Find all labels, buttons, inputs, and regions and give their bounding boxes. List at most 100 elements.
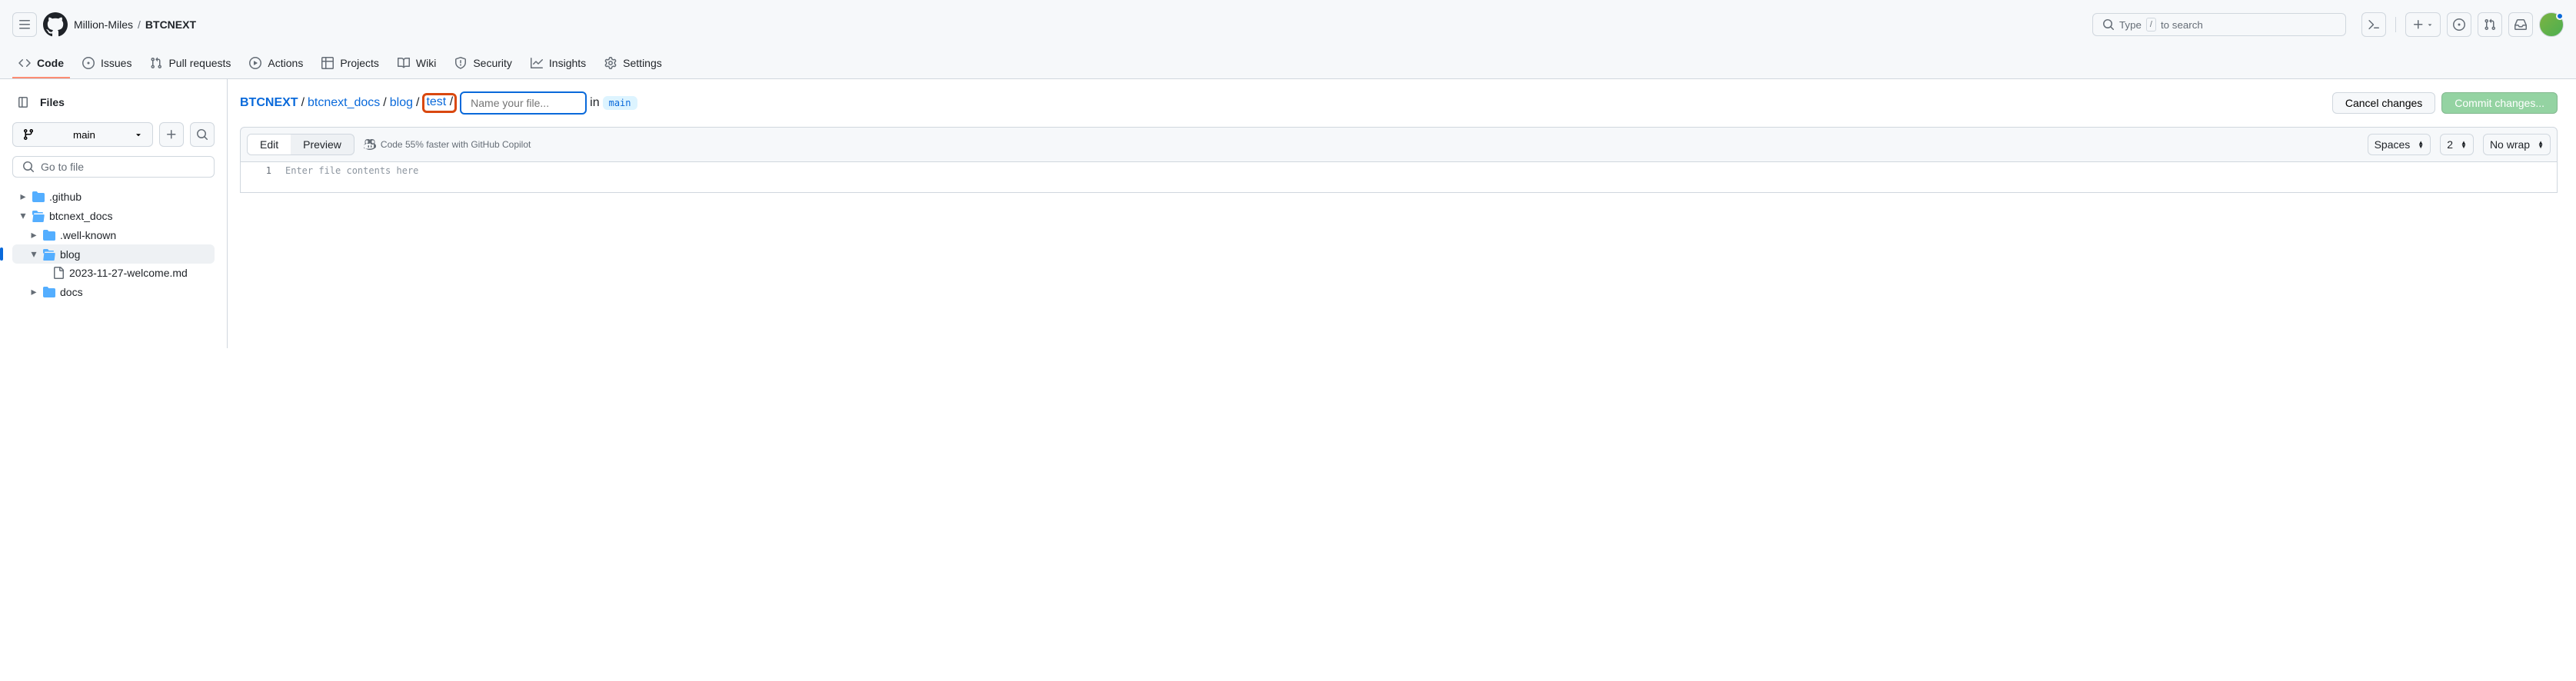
wrap-select[interactable]: No wrap ▲▼ xyxy=(2483,134,2551,155)
tab-settings[interactable]: Settings xyxy=(598,49,668,78)
search-text-prefix: Type xyxy=(2119,19,2142,31)
add-file-button[interactable] xyxy=(159,122,184,147)
header-actions xyxy=(2361,12,2564,37)
tree-file-welcome[interactable]: 2023-11-27-welcome.md xyxy=(12,264,215,282)
book-icon xyxy=(398,57,410,69)
tab-projects[interactable]: Projects xyxy=(315,49,385,78)
search-hotkey: / xyxy=(2146,18,2156,32)
tab-actions[interactable]: Actions xyxy=(243,49,309,78)
tab-pulls[interactable]: Pull requests xyxy=(144,49,237,78)
indent-size-select[interactable]: 2 ▲▼ xyxy=(2440,134,2474,155)
tab-code[interactable]: Code xyxy=(12,49,70,78)
tree-folder-github[interactable]: ▸ .github xyxy=(12,187,215,206)
plus-icon xyxy=(165,128,178,141)
search-icon xyxy=(2102,18,2115,31)
go-to-file-input[interactable]: Go to file xyxy=(12,156,215,178)
notifications-button[interactable] xyxy=(2508,12,2533,37)
play-icon xyxy=(249,57,261,69)
copilot-hint[interactable]: Code 55% faster with GitHub Copilot xyxy=(364,138,531,151)
folder-icon xyxy=(43,229,55,241)
tab-issues[interactable]: Issues xyxy=(76,49,138,78)
tab-preview[interactable]: Preview xyxy=(291,135,354,154)
path-sep: / xyxy=(450,95,453,108)
path-root-link[interactable]: BTCNEXT xyxy=(240,96,298,110)
repo-breadcrumb: Million-Miles / BTCNEXT xyxy=(74,18,196,31)
tree-folder-well-known[interactable]: ▸ .well-known xyxy=(12,225,215,244)
chevron-down-icon: ▾ xyxy=(29,247,38,261)
tab-wiki-label: Wiki xyxy=(416,57,436,69)
tab-wiki[interactable]: Wiki xyxy=(391,49,442,78)
shield-icon xyxy=(454,57,467,69)
tab-pulls-label: Pull requests xyxy=(168,57,231,69)
tree-label: blog xyxy=(60,248,80,261)
commit-button[interactable]: Commit changes... xyxy=(2441,92,2558,114)
search-text-suffix: to search xyxy=(2161,19,2203,31)
path-sep: / xyxy=(416,96,419,110)
chevron-right-icon: ▸ xyxy=(29,228,38,241)
folder-icon xyxy=(32,191,45,203)
wrap-label: No wrap xyxy=(2490,138,2530,151)
command-palette-icon xyxy=(2368,18,2380,31)
global-header: Million-Miles / BTCNEXT Type / to search xyxy=(0,0,2576,49)
tab-projects-label: Projects xyxy=(340,57,379,69)
tree-label: .well-known xyxy=(60,229,116,241)
path-seg3-link[interactable]: test xyxy=(426,95,446,108)
editor-body[interactable]: 1 Enter file contents here xyxy=(240,162,2558,193)
sidebar-title: Files xyxy=(40,96,65,108)
issue-opened-icon xyxy=(82,57,95,69)
issues-button[interactable] xyxy=(2447,12,2471,37)
tree-folder-blog[interactable]: ▾ blog xyxy=(12,244,215,264)
tab-edit[interactable]: Edit xyxy=(248,135,291,154)
path-seg1-link[interactable]: btcnext_docs xyxy=(308,96,380,110)
three-bars-icon xyxy=(18,18,31,31)
git-pull-request-icon xyxy=(2484,18,2496,31)
tree-label: docs xyxy=(60,286,83,298)
branch-select-button[interactable]: main xyxy=(12,122,153,147)
highlighted-segment: test / xyxy=(422,93,457,113)
path-sep: / xyxy=(383,96,386,110)
editor-toolbar: Edit Preview Code 55% faster with GitHub… xyxy=(240,127,2558,162)
edit-preview-tabs: Edit Preview xyxy=(247,134,354,155)
sort-icon: ▲▼ xyxy=(2538,141,2544,148)
repo-link[interactable]: BTCNEXT xyxy=(145,18,196,31)
global-search-button[interactable]: Type / to search xyxy=(2092,13,2346,36)
gear-icon xyxy=(604,57,617,69)
hamburger-menu-button[interactable] xyxy=(12,12,37,37)
tab-security[interactable]: Security xyxy=(448,49,518,78)
branch-name: main xyxy=(39,129,129,141)
create-new-button[interactable] xyxy=(2405,12,2441,37)
pull-requests-button[interactable] xyxy=(2478,12,2502,37)
tree-folder-btcnext-docs[interactable]: ▾ btcnext_docs xyxy=(12,206,215,225)
file-tree-sidebar: Files main Go to file ▸ .github xyxy=(0,79,228,348)
issue-opened-icon xyxy=(2453,18,2465,31)
indent-size-label: 2 xyxy=(2447,138,2453,151)
command-palette-button[interactable] xyxy=(2361,12,2386,37)
tree-folder-docs[interactable]: ▸ docs xyxy=(12,282,215,301)
chevron-right-icon: ▸ xyxy=(18,190,28,203)
sort-icon: ▲▼ xyxy=(2418,141,2424,148)
file-icon xyxy=(52,267,65,279)
in-label: in xyxy=(590,96,599,110)
owner-link[interactable]: Million-Miles xyxy=(74,18,133,31)
folder-icon xyxy=(43,286,55,298)
code-placeholder: Enter file contents here xyxy=(279,162,2557,192)
collapse-sidebar-button[interactable] xyxy=(12,91,34,113)
cancel-button[interactable]: Cancel changes xyxy=(2332,92,2435,114)
go-to-file-placeholder: Go to file xyxy=(41,161,84,173)
repo-nav: Code Issues Pull requests Actions Projec… xyxy=(0,49,2576,79)
notification-dot-icon xyxy=(2556,12,2564,20)
tab-insights[interactable]: Insights xyxy=(524,49,592,78)
tab-actions-label: Actions xyxy=(268,57,303,69)
filename-input[interactable] xyxy=(460,91,587,115)
indent-mode-select[interactable]: Spaces ▲▼ xyxy=(2368,134,2431,155)
git-branch-icon xyxy=(22,128,35,141)
tab-insights-label: Insights xyxy=(549,57,586,69)
path-seg2-link[interactable]: blog xyxy=(390,96,413,110)
github-logo[interactable] xyxy=(43,12,68,37)
folder-open-icon xyxy=(32,210,45,222)
main-content: BTCNEXT / btcnext_docs / blog / test / i… xyxy=(228,79,2576,348)
search-tree-button[interactable] xyxy=(190,122,215,147)
inbox-icon xyxy=(2514,18,2527,31)
chevron-down-icon: ▾ xyxy=(18,209,28,222)
user-avatar[interactable] xyxy=(2539,12,2564,37)
